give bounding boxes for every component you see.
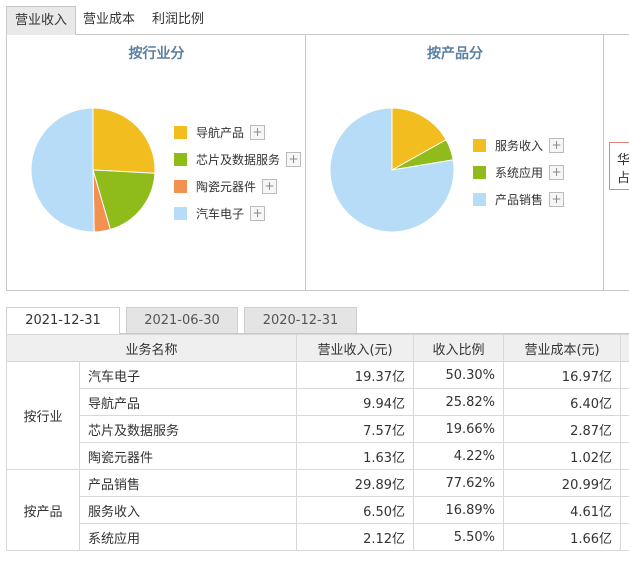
legend-item-system-app: 系统应用 + [473, 165, 598, 181]
date-tab-bar: 2021-12-31 2021-06-30 2020-12-31 [6, 307, 629, 334]
table-row: 导航产品 9.94亿 25.82% 6.40亿 [7, 388, 629, 416]
row-cost: 16.97亿 [503, 361, 622, 389]
row-ratio: 25.82% [413, 388, 505, 416]
table-row: 按产品 产品销售 29.89亿 77.62% 20.99亿 [6, 469, 629, 551]
expand-plus-icon[interactable]: + [549, 138, 564, 153]
row-extra [620, 523, 629, 551]
row-extra [620, 442, 629, 470]
group-label-industry: 按行业 [6, 361, 80, 470]
table-header-row: 业务名称 营业收入(元) 收入比例 营业成本(元) [5, 334, 629, 362]
legend-label: 产品销售 [495, 193, 544, 207]
expand-plus-icon[interactable]: + [286, 152, 301, 167]
legend-swatch [174, 180, 187, 193]
row-name: 导航产品 [78, 388, 298, 416]
row-ratio: 19.66% [413, 415, 505, 443]
legend-label: 导航产品 [196, 126, 245, 140]
tab-profit-ratio[interactable]: 利润比例 [152, 6, 204, 33]
row-extra [620, 361, 629, 389]
row-ratio: 16.89% [413, 496, 505, 524]
table-row: 按行业 汽车电子 19.37亿 50.30% 16.97亿 [6, 361, 629, 470]
table-row: 服务收入 6.50亿 16.89% 4.61亿 [7, 496, 629, 524]
legend-item-navigation: 导航产品 + [174, 125, 304, 141]
legend-label: 汽车电子 [196, 207, 245, 221]
row-revenue: 1.63亿 [296, 442, 415, 470]
tab-revenue[interactable]: 营业收入 [6, 6, 77, 35]
product-chart-panel: 按产品分 服务收入 + 系统应用 + 产品销售 + [305, 35, 605, 291]
pie-slice-0[interactable] [92, 107, 156, 174]
row-cost: 6.40亿 [503, 388, 622, 416]
row-name: 系统应用 [78, 523, 298, 551]
tooltip-line: 占 [617, 171, 629, 186]
tab-date-2021-12-31[interactable]: 2021-12-31 [6, 307, 120, 334]
row-name: 服务收入 [78, 496, 298, 524]
row-cost: 2.87亿 [503, 415, 622, 443]
tab-date-2020-12-31[interactable]: 2020-12-31 [244, 307, 357, 333]
row-revenue: 7.57亿 [296, 415, 415, 443]
header-business-name: 业务名称 [5, 334, 298, 362]
expand-plus-icon[interactable]: + [262, 179, 277, 194]
legend-swatch [473, 166, 486, 179]
row-name: 汽车电子 [78, 361, 298, 389]
expand-plus-icon[interactable]: + [549, 165, 564, 180]
row-name: 芯片及数据服务 [78, 415, 298, 443]
table-row: 陶瓷元器件 1.63亿 4.22% 1.02亿 [7, 442, 629, 470]
legend-swatch [174, 207, 187, 220]
row-extra [620, 469, 629, 497]
group-label-product: 按产品 [6, 469, 80, 551]
legend-swatch [174, 153, 187, 166]
legend-swatch [473, 193, 486, 206]
row-revenue: 6.50亿 [296, 496, 415, 524]
chart-tooltip: 华 占 [609, 142, 629, 190]
legend-swatch [174, 126, 187, 139]
row-cost: 20.99亿 [503, 469, 622, 497]
legend-item-chip-data: 芯片及数据服务 + [174, 152, 304, 168]
row-cost: 1.66亿 [503, 523, 622, 551]
tab-date-2021-06-30[interactable]: 2021-06-30 [126, 307, 238, 333]
expand-plus-icon[interactable]: + [250, 125, 265, 140]
industry-chart-panel: 按行业分 导航产品 + 芯片及数据服务 + 陶瓷元器件 + 汽车电子 + [6, 35, 307, 291]
expand-plus-icon[interactable]: + [549, 192, 564, 207]
header-cost: 营业成本(元) [503, 334, 622, 362]
product-chart-title: 按产品分 [427, 46, 483, 62]
row-ratio: 77.62% [413, 469, 505, 497]
row-revenue: 29.89亿 [296, 469, 415, 497]
legend-label: 系统应用 [495, 166, 544, 180]
legend-label: 服务收入 [495, 139, 544, 153]
row-cost: 1.02亿 [503, 442, 622, 470]
row-revenue: 2.12亿 [296, 523, 415, 551]
tab-cost[interactable]: 营业成本 [83, 6, 135, 33]
row-revenue: 19.37亿 [296, 361, 415, 389]
industry-pie-chart [30, 107, 156, 233]
row-cost: 4.61亿 [503, 496, 622, 524]
pie-slice-3[interactable] [30, 107, 95, 233]
legend-label: 陶瓷元器件 [196, 180, 257, 194]
industry-chart-title: 按行业分 [128, 46, 185, 62]
header-ratio: 收入比例 [413, 334, 505, 362]
legend-swatch [473, 139, 486, 152]
table-row: 芯片及数据服务 7.57亿 19.66% 2.87亿 [7, 415, 629, 443]
header-extra [620, 334, 629, 362]
row-ratio: 4.22% [413, 442, 505, 470]
tooltip-line: 华 [617, 153, 629, 168]
legend-item-service: 服务收入 + [473, 138, 598, 154]
row-extra [620, 496, 629, 524]
legend-item-ceramic: 陶瓷元器件 + [174, 179, 304, 195]
top-tab-bar: 营业收入 营业成本 利润比例 [6, 6, 629, 35]
row-extra [620, 388, 629, 416]
legend-label: 芯片及数据服务 [196, 153, 281, 167]
header-revenue: 营业收入(元) [296, 334, 415, 362]
row-revenue: 9.94亿 [296, 388, 415, 416]
legend-item-auto-electronics: 汽车电子 + [174, 206, 304, 222]
table-row: 系统应用 2.12亿 5.50% 1.66亿 [7, 523, 629, 551]
chart-panels: 按行业分 导航产品 + 芯片及数据服务 + 陶瓷元器件 + 汽车电子 + 按产品… [6, 35, 629, 291]
row-ratio: 50.30% [413, 361, 505, 389]
row-extra [620, 415, 629, 443]
legend-item-product-sales: 产品销售 + [473, 192, 598, 208]
business-table: 业务名称 营业收入(元) 收入比例 营业成本(元) 按行业 汽车电子 19.37… [5, 334, 629, 551]
product-pie-chart [329, 107, 455, 233]
row-name: 陶瓷元器件 [78, 442, 298, 470]
row-ratio: 5.50% [413, 523, 505, 551]
expand-plus-icon[interactable]: + [250, 206, 265, 221]
row-name: 产品销售 [78, 469, 298, 497]
